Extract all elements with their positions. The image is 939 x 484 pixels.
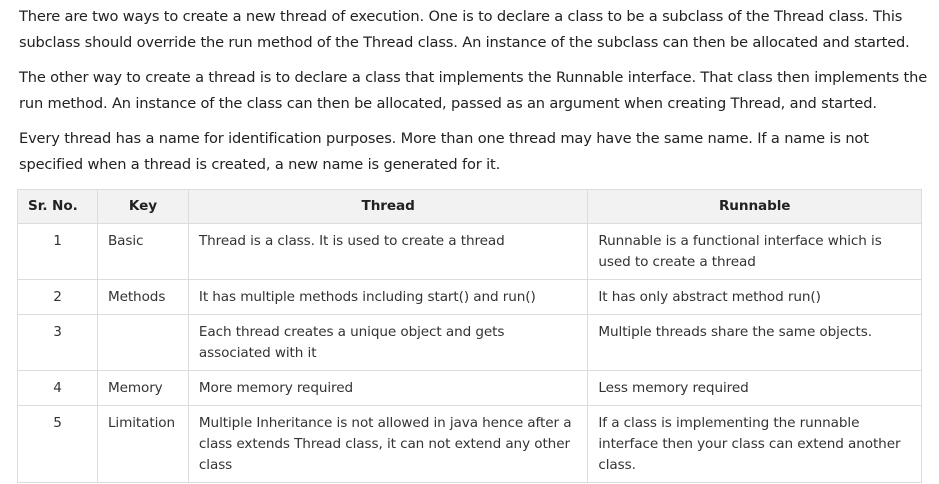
cell-sr-no: 5	[17, 405, 98, 483]
table-row: 1 Basic Thread is a class. It is used to c…	[17, 223, 922, 280]
cell-thread: Each thread creates a unique object and …	[187, 314, 589, 371]
table-row: 3 Each thread creates a unique object and…	[17, 314, 922, 371]
cell-sr-no: 4	[17, 370, 98, 406]
cell-runnable: Less memory required	[587, 370, 922, 406]
comparison-table: Sr. No. Key Thread Runnable 1 Basic Thread…	[17, 189, 922, 483]
cell-thread: More memory required	[187, 370, 589, 406]
cell-runnable: Runnable is a functional interface which…	[587, 223, 922, 280]
cell-thread: Thread is a class. It is used to create …	[187, 223, 589, 280]
cell-sr-no: 1	[17, 223, 98, 280]
cell-key: Methods	[96, 279, 189, 315]
header-thread: Thread	[187, 189, 589, 224]
cell-sr-no: 3	[17, 314, 98, 371]
header-runnable: Runnable	[587, 189, 922, 224]
table-row: 2 Methods It has multiple methods includin…	[17, 279, 922, 315]
paragraph-runnable: The other way to create a thread is to d…	[19, 69, 928, 112]
cell-runnable: Multiple threads share the same objects.	[587, 314, 922, 371]
cell-sr-no: 2	[17, 279, 98, 315]
cell-key	[96, 314, 189, 371]
cell-runnable: It has only abstract method run()	[587, 279, 922, 315]
cell-runnable: If a class is implementing the runnable …	[587, 405, 922, 483]
cell-key: Memory	[96, 370, 189, 406]
table-header-row: Sr. No. Key Thread Runnable	[17, 189, 922, 224]
table-row: 4 Memory More memory required Less memory r…	[17, 370, 922, 406]
paragraph-thread-name: Every thread has a name for identificati…	[19, 130, 869, 173]
cell-key: Basic	[96, 223, 189, 280]
cell-key: Limitation	[96, 405, 189, 483]
table-row: 5 Limitation Multiple Inheritance is not a…	[17, 405, 922, 483]
paragraph-intro: There are two ways to create a new threa…	[19, 8, 910, 51]
cell-thread: Multiple Inheritance is not allowed in j…	[187, 405, 589, 483]
header-sr-no: Sr. No.	[17, 189, 98, 224]
cell-thread: It has multiple methods including start(…	[187, 279, 589, 315]
header-key: Key	[96, 189, 189, 224]
